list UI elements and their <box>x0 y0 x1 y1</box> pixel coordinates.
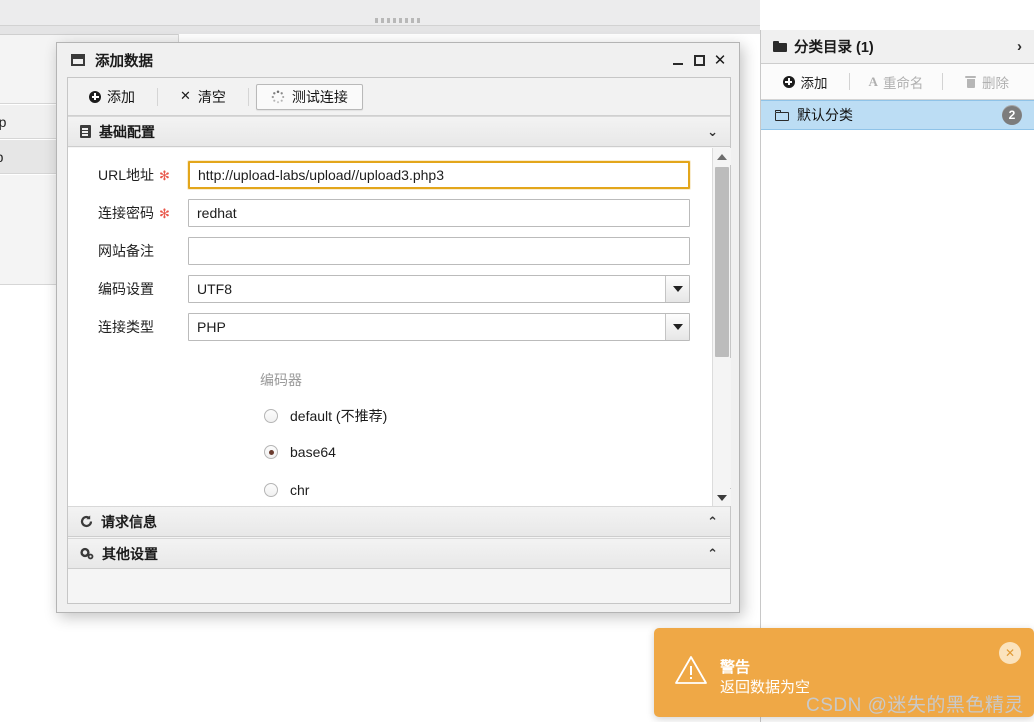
spinner-icon <box>271 90 285 104</box>
label-remark: 网站备注 <box>98 243 154 259</box>
form-row-conn-type: 连接类型 PHP <box>68 308 709 346</box>
clear-button-label: 清空 <box>197 88 226 105</box>
form-row-encoding: 编码设置 UTF8 <box>68 270 709 308</box>
gears-icon <box>80 547 94 560</box>
connection-type-select-wrapper: PHP <box>188 313 690 341</box>
dialog-toolbar: 添加 ✕ 清空 测试连接 <box>68 78 730 116</box>
plus-circle-icon <box>89 90 101 103</box>
toolbar-divider <box>247 87 249 106</box>
window-icon <box>71 54 85 66</box>
trash-icon <box>965 75 976 88</box>
section-title-other: 其他设置 <box>102 545 158 562</box>
scroll-up-icon[interactable] <box>713 148 731 165</box>
toast-close-icon[interactable]: ✕ <box>999 642 1021 664</box>
close-icon[interactable]: ✕ <box>711 51 729 69</box>
scrollbar-track[interactable] <box>713 358 731 488</box>
required-asterisk: ✻ <box>159 206 170 221</box>
label-connection-type: 连接类型 <box>98 319 154 335</box>
sidebar-item-label: 默认分类 <box>797 107 853 123</box>
maximize-icon[interactable] <box>690 51 708 69</box>
chevron-down-icon[interactable]: ⌄ <box>707 125 718 138</box>
scroll-down-icon[interactable] <box>713 489 731 506</box>
splitter-grip-handle[interactable] <box>375 18 421 23</box>
sidebar-item-count-badge: 2 <box>1002 105 1022 125</box>
minimize-icon[interactable] <box>669 51 687 69</box>
radio-icon-selected[interactable] <box>264 445 278 459</box>
section-header-request-info[interactable]: 请求信息 ⌃ <box>68 506 730 537</box>
chevron-down-icon[interactable] <box>665 276 689 302</box>
add-button[interactable]: 添加 <box>74 84 150 110</box>
folder-icon <box>773 41 787 52</box>
label-password: 连接密码 ✻ <box>98 205 170 221</box>
sidebar-header: 分类目录 (1) › <box>761 30 1034 64</box>
dialog-titlebar[interactable]: 添加数据 ✕ <box>57 43 739 77</box>
toast-title: 警告 <box>720 659 751 676</box>
form-row-remark: 网站备注 <box>68 232 709 270</box>
form-vertical-scrollbar[interactable] <box>712 148 731 506</box>
basic-config-form: URL地址✻ 连接密码✻ 网站备注 编码设置 UTF8 <box>68 148 730 506</box>
dialog-body: 添加 ✕ 清空 测试连接 基础配置 ⌄ URL地址 ✻ http://uploa… <box>67 77 731 604</box>
radio-label-chr: chr <box>290 482 310 498</box>
sidebar-title: 分类目录 (1) <box>794 40 874 56</box>
sidebar-rename-label: 重命名 <box>882 75 924 91</box>
encoding-select-wrapper: UTF8 <box>188 275 690 303</box>
radio-encoder-chr[interactable]: chr <box>264 482 309 498</box>
add-button-label: 添加 <box>107 88 135 105</box>
folder-outline-icon <box>775 109 789 121</box>
form-row-password: 连接密码 ✻ <box>68 194 709 232</box>
clear-button[interactable]: ✕ 清空 <box>165 84 241 110</box>
rename-letter-icon: A <box>868 73 878 89</box>
radio-label-base64: base64 <box>290 444 336 460</box>
sidebar-rename-button[interactable]: A 重命名 <box>850 64 942 99</box>
scrollbar-thumb[interactable] <box>715 167 729 357</box>
radio-encoder-default[interactable]: default (不推荐) <box>264 406 387 426</box>
chevron-right-icon[interactable]: › <box>1015 39 1024 54</box>
add-data-dialog: 添加数据 ✕ 添加 ✕ 清空 测试连接 基础配置 ⌄ URL地址 ✻ http:… <box>56 42 740 613</box>
category-list: 默认分类 2 <box>761 100 1034 130</box>
background-top-strip <box>0 0 760 26</box>
test-connection-label: 测试连接 <box>291 88 348 105</box>
category-sidebar-panel: 分类目录 (1) › 添加 A 重命名 删除 默认分类 2 <box>760 30 1034 722</box>
plus-circle-icon <box>782 75 795 88</box>
toolbar-divider <box>157 87 158 106</box>
label-encoding: 编码设置 <box>98 281 154 297</box>
form-row-url: URL地址 ✻ <box>68 156 709 194</box>
encoding-select[interactable]: UTF8 <box>188 275 690 303</box>
sidebar-add-label: 添加 <box>800 75 828 91</box>
section-title-request: 请求信息 <box>101 513 157 530</box>
radio-icon[interactable] <box>264 483 278 497</box>
chevron-up-icon[interactable]: ⌃ <box>707 547 718 560</box>
radio-encoder-base64[interactable]: base64 <box>264 444 336 460</box>
connection-password-input[interactable] <box>188 199 690 227</box>
chevron-down-icon[interactable] <box>665 314 689 340</box>
sidebar-item-default-category[interactable]: 默认分类 2 <box>761 100 1034 130</box>
test-connection-button[interactable]: 测试连接 <box>255 83 363 110</box>
cross-icon: ✕ <box>180 89 191 104</box>
toast-message: 返回数据为空 <box>720 679 811 696</box>
encoder-group-label: 编码器 <box>260 372 302 388</box>
label-url: URL地址 ✻ <box>98 167 170 183</box>
radio-icon[interactable] <box>264 409 278 423</box>
required-asterisk: ✻ <box>159 168 170 183</box>
sidebar-add-button[interactable]: 添加 <box>761 64 849 99</box>
dialog-title: 添加数据 <box>95 53 153 70</box>
site-remark-input[interactable] <box>188 237 690 265</box>
sidebar-toolbar: 添加 A 重命名 删除 <box>761 64 1034 100</box>
connection-type-select[interactable]: PHP <box>188 313 690 341</box>
document-icon <box>80 125 91 138</box>
radio-label-default: default (不推荐) <box>290 408 388 424</box>
refresh-icon <box>80 515 93 528</box>
section-header-other-settings[interactable]: 其他设置 ⌃ <box>68 538 730 569</box>
section-header-basic-config[interactable]: 基础配置 ⌄ <box>68 116 730 147</box>
sidebar-delete-button[interactable]: 删除 <box>943 64 1031 99</box>
watermark-text: CSDN @迷失的黑色精灵 <box>806 695 1024 716</box>
section-title-basic: 基础配置 <box>99 123 155 140</box>
url-input[interactable] <box>188 161 690 189</box>
warning-triangle-icon <box>674 655 708 685</box>
chevron-up-icon[interactable]: ⌃ <box>707 515 718 528</box>
sidebar-delete-label: 删除 <box>982 75 1009 91</box>
